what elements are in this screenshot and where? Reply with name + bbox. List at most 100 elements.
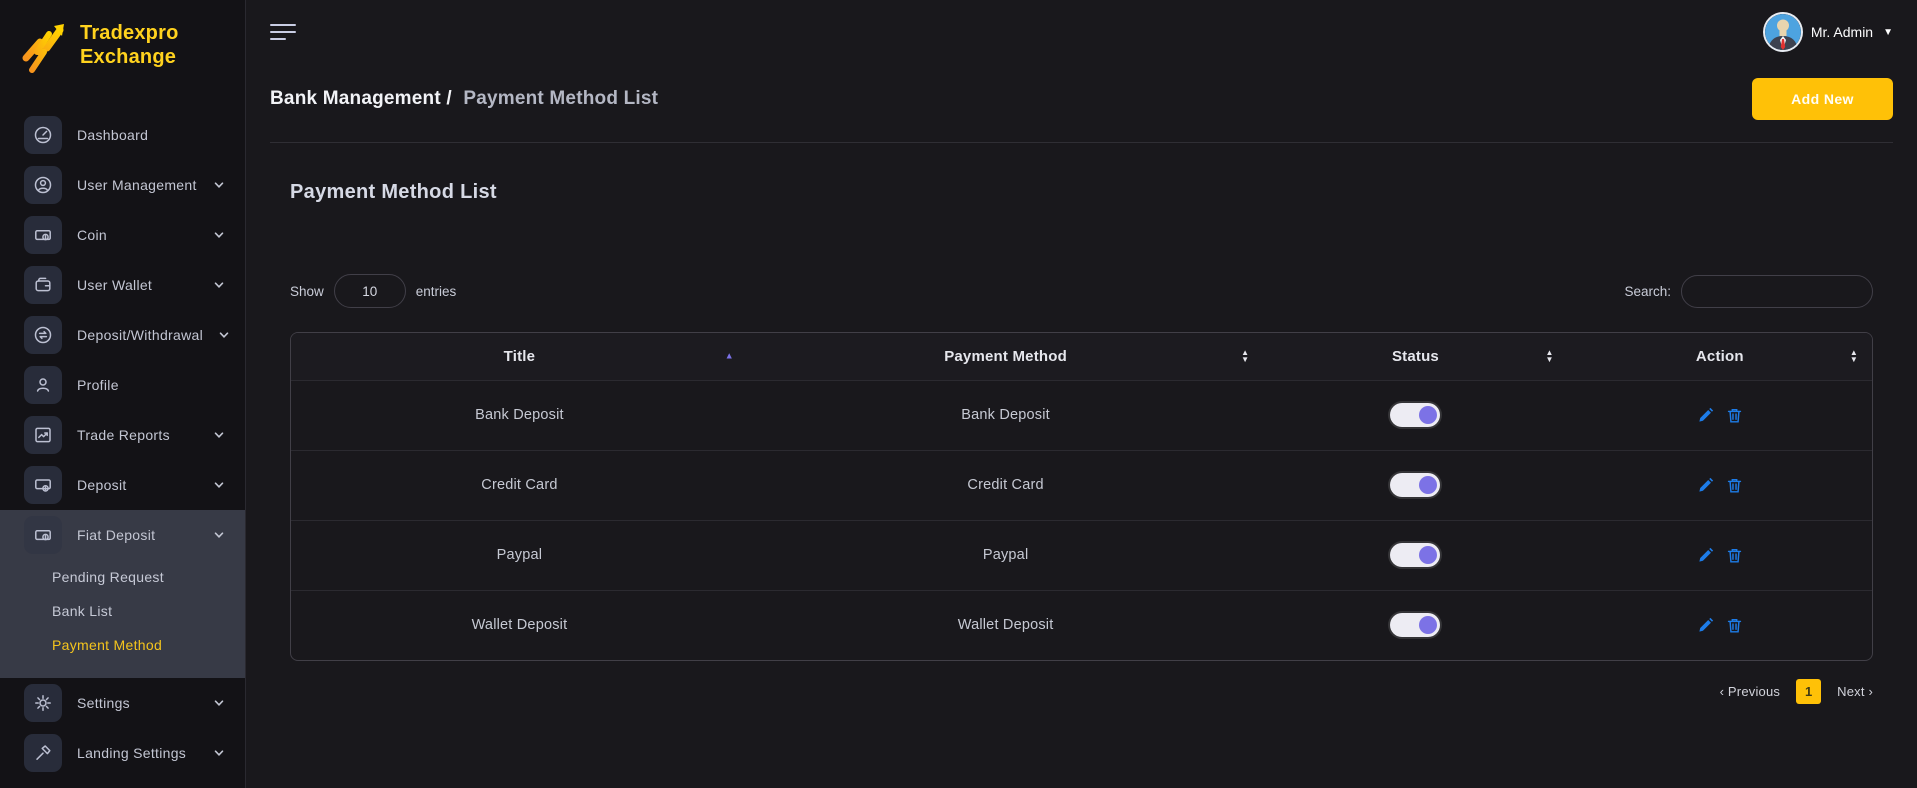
gauge-icon <box>24 116 62 154</box>
chevron-down-icon <box>213 747 225 759</box>
show-label: Show <box>290 284 324 299</box>
row-payment-method: Wallet Deposit <box>748 590 1263 660</box>
sidebar-item-deposit-withdrawal[interactable]: Deposit/Withdrawal <box>0 310 245 360</box>
brand-logo[interactable]: Tradexpro Exchange <box>0 0 245 76</box>
sidebar-item-label: User Management <box>77 177 198 193</box>
delete-icon[interactable] <box>1726 617 1743 634</box>
search-input[interactable] <box>1681 275 1873 308</box>
brand-name-line1: Tradexpro <box>80 21 179 45</box>
user-menu[interactable]: Mr. Admin ▼ <box>1765 14 1893 50</box>
payment-method-table: Title▲Payment Method▲▼Status▲▼Action▲▼ B… <box>290 332 1873 661</box>
row-payment-method: Credit Card <box>748 450 1263 520</box>
breadcrumb: Bank Management / Payment Method List <box>270 88 658 110</box>
breadcrumb-row: Bank Management / Payment Method List Ad… <box>270 78 1893 120</box>
payment-method-card: Payment Method List Show 10 entries Sear… <box>270 143 1893 704</box>
table-row: Credit CardCredit Card <box>291 450 1872 520</box>
sidebar-item-landing-settings[interactable]: Landing Settings <box>0 728 245 778</box>
chevron-down-icon <box>213 279 225 291</box>
topbar: Mr. Admin ▼ <box>270 0 1893 56</box>
banknote-icon <box>24 516 62 554</box>
sort-asc-icon[interactable]: ▲ <box>725 353 734 360</box>
column-header-title[interactable]: Title▲ <box>291 333 748 380</box>
user-circle-icon <box>24 166 62 204</box>
page-title: Payment Method List <box>290 181 1873 204</box>
swap-icon <box>24 316 62 354</box>
column-header-status[interactable]: Status▲▼ <box>1263 333 1567 380</box>
pagination-next[interactable]: Next › <box>1837 684 1873 699</box>
edit-icon[interactable] <box>1697 617 1714 634</box>
banknote-icon <box>24 216 62 254</box>
status-toggle[interactable] <box>1390 473 1440 497</box>
chart-icon <box>24 416 62 454</box>
main-area: Mr. Admin ▼ Bank Management / Payment Me… <box>246 0 1917 788</box>
entries-select[interactable]: 10 <box>334 274 406 308</box>
toggle-knob <box>1419 476 1437 494</box>
search-label: Search: <box>1624 284 1671 299</box>
sidebar-subitem-payment-method[interactable]: Payment Method <box>0 628 245 662</box>
chevron-down-icon <box>213 179 225 191</box>
table-row: Wallet DepositWallet Deposit <box>291 590 1872 660</box>
sidebar-item-label: Dashboard <box>77 127 225 143</box>
row-title: Wallet Deposit <box>291 590 748 660</box>
sidebar-item-label: Landing Settings <box>77 745 198 761</box>
sidebar: Tradexpro Exchange Dashboard User Managem… <box>0 0 246 788</box>
sidebar-item-settings[interactable]: Settings <box>0 678 245 728</box>
avatar <box>1765 14 1801 50</box>
sidebar-item-trade-reports[interactable]: Trade Reports <box>0 410 245 460</box>
breadcrumb-section: Bank Management / <box>270 88 452 109</box>
table-row: PaypalPaypal <box>291 520 1872 590</box>
gear-icon <box>24 684 62 722</box>
sort-icon[interactable]: ▲▼ <box>1241 349 1249 363</box>
sidebar-item-profile[interactable]: Profile <box>0 360 245 410</box>
sidebar-item-label: Deposit <box>77 477 198 493</box>
entries-label: entries <box>416 284 457 299</box>
sort-icon[interactable]: ▲▼ <box>1850 349 1858 363</box>
wallet-icon <box>24 266 62 304</box>
edit-icon[interactable] <box>1697 547 1714 564</box>
status-toggle[interactable] <box>1390 403 1440 427</box>
delete-icon[interactable] <box>1726 407 1743 424</box>
sidebar-item-label: Trade Reports <box>77 427 198 443</box>
hamburger-menu-icon[interactable] <box>270 19 296 45</box>
person-icon <box>24 366 62 404</box>
column-header-payment-method[interactable]: Payment Method▲▼ <box>748 333 1263 380</box>
row-title: Bank Deposit <box>291 380 748 450</box>
toggle-knob <box>1419 546 1437 564</box>
sort-icon[interactable]: ▲▼ <box>1546 349 1554 363</box>
sidebar-item-dashboard[interactable]: Dashboard <box>0 110 245 160</box>
status-toggle[interactable] <box>1390 543 1440 567</box>
user-caret-icon: ▼ <box>1883 27 1893 38</box>
chevron-down-icon <box>213 479 225 491</box>
edit-icon[interactable] <box>1697 407 1714 424</box>
sidebar-item-label: User Wallet <box>77 277 198 293</box>
row-payment-method: Bank Deposit <box>748 380 1263 450</box>
brand-name-line2: Exchange <box>80 45 179 69</box>
sidebar-item-user-management[interactable]: User Management <box>0 160 245 210</box>
sidebar-group-fiat-deposit: Fiat DepositPending RequestBank ListPaym… <box>0 510 245 678</box>
pagination-previous[interactable]: ‹ Previous <box>1720 684 1781 699</box>
sidebar-item-coin[interactable]: Coin <box>0 210 245 260</box>
table-row: Bank DepositBank Deposit <box>291 380 1872 450</box>
delete-icon[interactable] <box>1726 547 1743 564</box>
add-new-button[interactable]: Add New <box>1752 78 1893 120</box>
sidebar-item-deposit[interactable]: Deposit <box>0 460 245 510</box>
sidebar-item-label: Profile <box>77 377 225 393</box>
toggle-knob <box>1419 616 1437 634</box>
chevron-down-icon <box>213 529 225 541</box>
sidebar-subitem-pending-request[interactable]: Pending Request <box>0 560 245 594</box>
chevron-down-icon <box>218 329 230 341</box>
pagination-current-page[interactable]: 1 <box>1796 679 1821 704</box>
sidebar-item-label: Settings <box>77 695 198 711</box>
breadcrumb-page: Payment Method List <box>463 88 658 109</box>
sidebar-subitem-bank-list[interactable]: Bank List <box>0 594 245 628</box>
sidebar-item-fiat-deposit[interactable]: Fiat Deposit <box>0 510 245 560</box>
sidebar-item-user-wallet[interactable]: User Wallet <box>0 260 245 310</box>
column-header-action[interactable]: Action▲▼ <box>1568 333 1872 380</box>
table-header-row: Title▲Payment Method▲▼Status▲▼Action▲▼ <box>291 333 1872 380</box>
chevron-down-icon <box>213 697 225 709</box>
edit-icon[interactable] <box>1697 477 1714 494</box>
row-payment-method: Paypal <box>748 520 1263 590</box>
status-toggle[interactable] <box>1390 613 1440 637</box>
chevron-down-icon <box>213 229 225 241</box>
delete-icon[interactable] <box>1726 477 1743 494</box>
